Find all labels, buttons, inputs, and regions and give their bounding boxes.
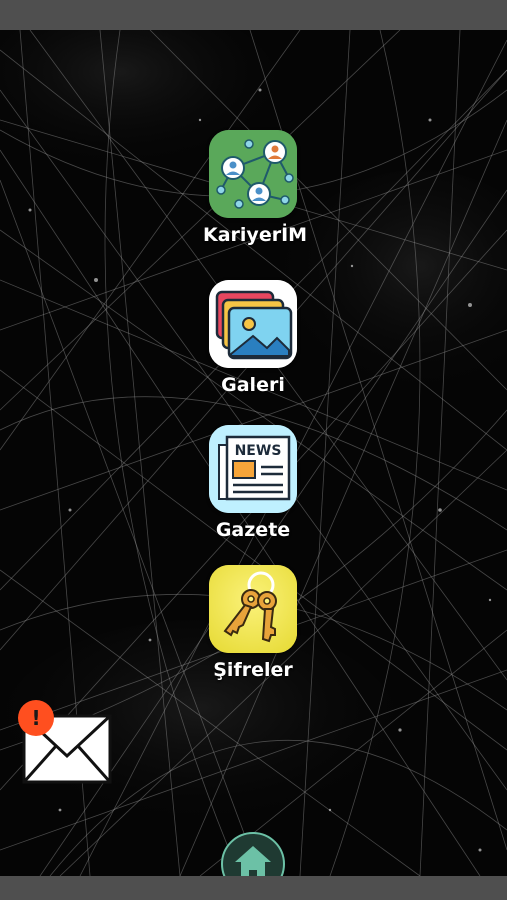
app-label: KariyerİM (203, 224, 308, 246)
home-button[interactable] (221, 832, 285, 876)
home-icon (235, 846, 271, 876)
app-label: Şifreler (213, 659, 293, 681)
status-bar (0, 0, 507, 30)
app-sifreler[interactable]: Şifreler (203, 565, 303, 681)
alert-badge-icon: ! (18, 700, 54, 736)
navigation-bar (0, 876, 507, 900)
network-people-icon (209, 130, 297, 218)
home-screen: KariyerİM Galeri NEWS Gazete Şifreler ! (0, 30, 507, 876)
newspaper-icon: NEWS (209, 425, 297, 513)
app-gazete[interactable]: NEWS Gazete (203, 425, 303, 541)
svg-text:!: ! (31, 706, 40, 730)
app-label: Galeri (221, 374, 285, 396)
app-kariyerim[interactable]: KariyerİM (203, 130, 308, 246)
keys-icon (209, 565, 297, 653)
app-galeri[interactable]: Galeri (203, 280, 303, 396)
app-label: Gazete (215, 519, 291, 541)
gallery-photos-icon (209, 280, 297, 368)
newspaper-title: NEWS (235, 443, 282, 459)
mail-notification[interactable]: ! (14, 700, 114, 788)
